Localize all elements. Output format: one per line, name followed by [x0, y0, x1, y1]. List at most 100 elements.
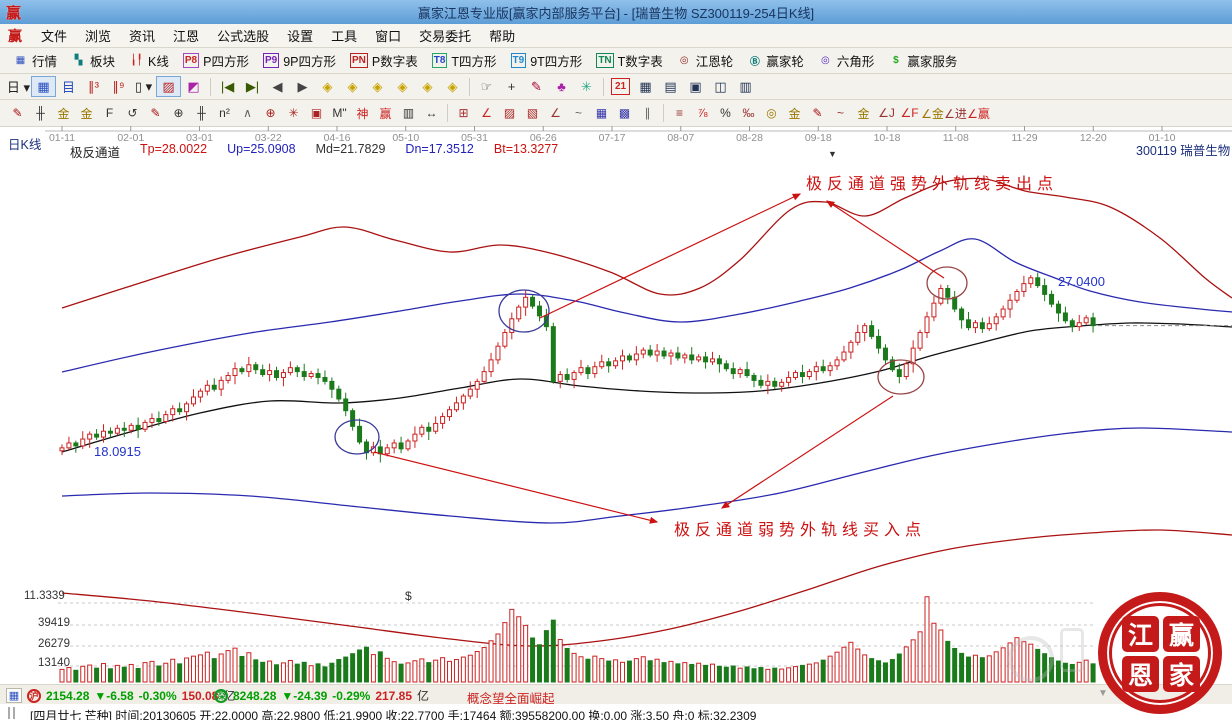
period-dropdown-icon[interactable]: 日 ▾	[6, 76, 31, 97]
first-bar-icon[interactable]: |◀	[215, 76, 240, 97]
9p-square-button[interactable]: P99P四方形	[256, 49, 343, 72]
notes-icon[interactable]: ▤	[658, 76, 683, 97]
wave-line-icon[interactable]: ~	[829, 103, 852, 124]
spiral-icon[interactable]: ↺	[121, 103, 144, 124]
kline-button[interactable]: ╽╿K线	[122, 49, 176, 72]
color-chart-icon[interactable]: ◩	[181, 76, 206, 97]
t-number-table-button[interactable]: TNT数字表	[589, 49, 669, 72]
three-kline-icon[interactable]: ∥³	[81, 76, 106, 97]
blue-grid-b-icon[interactable]: ▩	[613, 103, 636, 124]
angle-win-icon[interactable]: ∠赢	[967, 103, 990, 124]
calculator-icon[interactable]: ▦	[633, 76, 658, 97]
pattern-chart-icon[interactable]: ▨	[156, 76, 181, 97]
angle-mirror-icon[interactable]: ∧	[236, 103, 259, 124]
gann-target-icon[interactable]: ⊕	[259, 103, 282, 124]
menu-item-5[interactable]: 公式选股	[208, 23, 278, 48]
shenzhen-market-icon[interactable]: 深	[214, 689, 228, 703]
menu-item-1[interactable]: 文件	[32, 23, 76, 48]
menu-item-10[interactable]: 帮助	[480, 23, 524, 48]
shift-right-icon[interactable]: ◈	[340, 76, 365, 97]
fan-lines-icon[interactable]: ∠	[475, 103, 498, 124]
width-measure-icon[interactable]: ↔	[420, 103, 443, 124]
angle-gold-icon[interactable]: ∠金	[921, 103, 944, 124]
candle-style-icon[interactable]: ▯ ▾	[131, 76, 156, 97]
fib-percent-icon[interactable]: ⅞	[691, 103, 714, 124]
box-tool-icon[interactable]: ⊞	[452, 103, 475, 124]
angle-line-icon[interactable]: ∠	[544, 103, 567, 124]
marker-pen-icon[interactable]: ✎	[144, 103, 167, 124]
analysis-tool-icon[interactable]: ✳	[574, 76, 599, 97]
market-quotes-button[interactable]: ▦行情	[6, 49, 64, 72]
winner-wheel-button[interactable]: Ⓑ赢家轮	[740, 49, 811, 72]
info-panel-icon[interactable]: 目	[56, 76, 81, 97]
shanghai-market-icon[interactable]: 沪	[27, 689, 41, 703]
9t-square-button[interactable]: T99T四方形	[504, 49, 590, 72]
n-square-icon[interactable]: n²	[213, 103, 236, 124]
gold-ratio-a-icon[interactable]: 金	[52, 103, 75, 124]
draw-tool-icon[interactable]: ✎	[524, 76, 549, 97]
pen-tool-icon[interactable]: ✎	[6, 103, 29, 124]
shen-tool-icon[interactable]: 神	[351, 103, 374, 124]
export-icon[interactable]: ◫	[708, 76, 733, 97]
save-icon[interactable]: ▣	[683, 76, 708, 97]
p-number-table-button[interactable]: PNP数字表	[343, 49, 425, 72]
gold-circle-icon[interactable]: ◎	[760, 103, 783, 124]
hexagon-button[interactable]: ◎六角形	[811, 49, 882, 72]
h-compress-icon[interactable]: ◈	[390, 76, 415, 97]
menu-item-6[interactable]: 设置	[278, 23, 322, 48]
percent-table-icon[interactable]: ≡	[668, 103, 691, 124]
event-marker-icon[interactable]: ▼	[828, 149, 837, 159]
menu-item-9[interactable]: 交易委托	[410, 23, 480, 48]
gann-tool-icon[interactable]: ♣	[549, 76, 574, 97]
blue-grid-a-icon[interactable]: ▦	[590, 103, 613, 124]
v-expand-icon[interactable]: ◈	[415, 76, 440, 97]
ruler-icon[interactable]: ▥	[397, 103, 420, 124]
menu-item-8[interactable]: 窗口	[366, 23, 410, 48]
t-square-button[interactable]: T8T四方形	[425, 49, 504, 72]
menu-item-7[interactable]: 工具	[322, 23, 366, 48]
grid-shade-b-icon[interactable]: ▧	[521, 103, 544, 124]
winner-service-button[interactable]: $赢家服务	[881, 49, 964, 72]
gold-ratio-b-icon[interactable]: 金	[75, 103, 98, 124]
calendar-icon[interactable]: 21	[611, 78, 630, 95]
shift-left-icon[interactable]: ◈	[315, 76, 340, 97]
menu-item-2[interactable]: 浏览	[76, 23, 120, 48]
hand-tool-icon[interactable]: ☞	[474, 76, 499, 97]
next-bar-icon[interactable]: ▶	[290, 76, 315, 97]
hexagon-icon: ◎	[818, 53, 833, 68]
p-square-button[interactable]: P8P四方形	[176, 49, 256, 72]
full-view-icon[interactable]: ◈	[440, 76, 465, 97]
crosshair-tool-icon[interactable]: +	[499, 76, 524, 97]
grid-shade-a-icon[interactable]: ▨	[498, 103, 521, 124]
angle-f-icon[interactable]: ∠F	[898, 103, 921, 124]
gann-circle-icon[interactable]: ⊕	[167, 103, 190, 124]
menu-item-4[interactable]: 江恩	[164, 23, 208, 48]
price-grid-icon[interactable]: ╫	[29, 103, 52, 124]
gold-line-2-icon[interactable]: 金	[852, 103, 875, 124]
brush-icon[interactable]: ✎	[806, 103, 829, 124]
time-grid-icon[interactable]: ╫	[190, 103, 213, 124]
gann-box-icon[interactable]: ▣	[305, 103, 328, 124]
gann-star-icon[interactable]: ✳	[282, 103, 305, 124]
prev-bar-icon[interactable]: ◀	[265, 76, 290, 97]
fibonacci-icon[interactable]: F	[98, 103, 121, 124]
volume-scale-label-2: 26279	[38, 638, 70, 650]
last-bar-icon[interactable]: ▶|	[240, 76, 265, 97]
percent-icon[interactable]: %	[714, 103, 737, 124]
gann-wheel-button[interactable]: ◎江恩轮	[670, 49, 741, 72]
win-tool-icon[interactable]: 赢	[374, 103, 397, 124]
gold-line-icon[interactable]: 金	[783, 103, 806, 124]
chart-layout-icon[interactable]: ▦	[31, 76, 56, 97]
wave-m-icon[interactable]: M"	[328, 103, 351, 124]
angle-j-icon[interactable]: ∠J	[875, 103, 898, 124]
menu-item-3[interactable]: 资讯	[120, 23, 164, 48]
zigzag-icon[interactable]: ~	[567, 103, 590, 124]
h-expand-icon[interactable]: ◈	[365, 76, 390, 97]
print-icon[interactable]: ▥	[733, 76, 758, 97]
angle-jin-icon[interactable]: ∠进	[944, 103, 967, 124]
parallel-lines-icon[interactable]: ∥	[636, 103, 659, 124]
sectors-button[interactable]: ▚板块	[64, 49, 122, 72]
quote-grid-icon[interactable]: ▦	[6, 688, 22, 703]
nine-kline-icon[interactable]: ∥⁹	[106, 76, 131, 97]
percent-lines-icon[interactable]: ‰	[737, 103, 760, 124]
